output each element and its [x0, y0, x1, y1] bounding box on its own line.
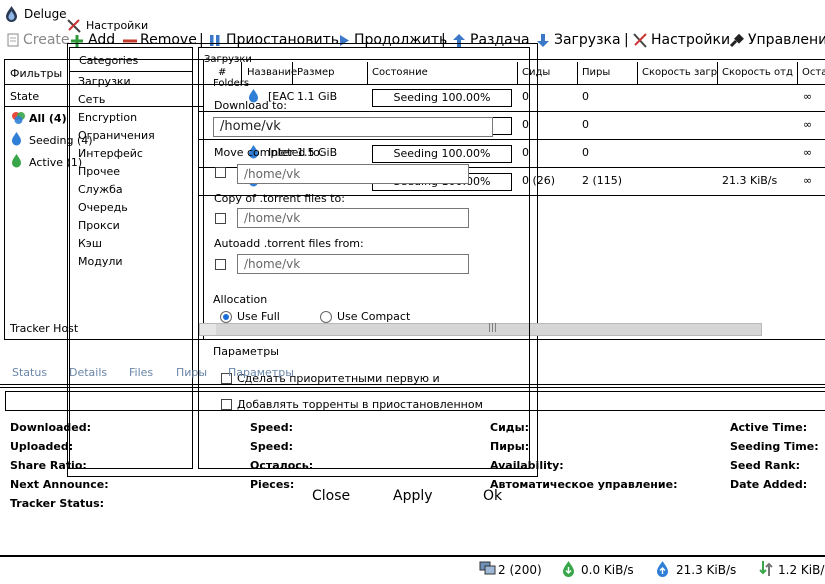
status-availability: Availability:: [490, 459, 564, 472]
statusbar-connections[interactable]: 2 (200): [498, 563, 542, 577]
active-filter-icon: [12, 154, 21, 168]
queue-down-icon: [537, 34, 549, 47]
status-downloaded: Downloaded:: [10, 421, 92, 434]
torrent-eta: ∞: [803, 90, 813, 103]
settings-icon: [633, 33, 647, 48]
create-icon: [7, 33, 19, 47]
statusbar-protocol-traffic[interactable]: 1.2 KiB/s: [778, 563, 825, 577]
column-separator[interactable]: [797, 62, 798, 84]
status-uploaded: Uploaded:: [10, 440, 74, 453]
toolbar-separator: |: [624, 32, 629, 48]
connections-icon: [479, 561, 496, 575]
tools-icon: [67, 19, 81, 33]
status-pieces: Pieces:: [250, 478, 295, 491]
status-down-speed: Speed:: [250, 421, 293, 434]
filter-item-all[interactable]: All (4): [29, 112, 67, 125]
status-date-added: Date Added:: [730, 478, 808, 491]
torrent-peers: 2 (115): [582, 174, 623, 187]
status-seeds: Сиды:: [490, 421, 530, 434]
status-up-speed: Speed:: [250, 440, 293, 453]
all-filter-icon: [12, 112, 25, 124]
status-active-time: Active Time:: [730, 421, 808, 434]
column-header[interactable]: Скорость загр: [642, 67, 717, 78]
settings-button[interactable]: Настройки: [651, 32, 730, 48]
seeding-filter-icon: [12, 132, 21, 146]
protocol-traffic-icon: [759, 561, 773, 576]
settings-window-title: Настройки: [86, 19, 149, 32]
torrent-eta: ∞: [803, 118, 813, 131]
filters-header: Фильтры: [10, 67, 63, 80]
status-next-announce: Next Announce:: [10, 478, 109, 491]
torrent-eta: ∞: [803, 174, 813, 187]
details-right-panel: [198, 47, 530, 469]
filter-state-label: State: [10, 90, 40, 103]
torrent-peers: 0: [582, 146, 589, 159]
close-button[interactable]: Close: [312, 488, 350, 504]
column-header[interactable]: Оста: [802, 67, 825, 78]
column-separator[interactable]: [577, 62, 578, 84]
statusbar-download-speed[interactable]: 0.0 KiB/s: [581, 563, 634, 577]
window-title: Deluge: [24, 7, 67, 21]
torrent-peers: 0: [582, 118, 589, 131]
torrent-peers: 0: [582, 90, 589, 103]
status-tracker-status: Tracker Status:: [10, 497, 105, 510]
status-seed-rank: Seed Rank:: [730, 459, 800, 472]
download-speed-icon: [563, 561, 574, 577]
status-remaining: Осталось:: [250, 459, 314, 472]
column-header[interactable]: Скорость отд: [722, 67, 793, 78]
column-header[interactable]: Пиры: [582, 67, 610, 78]
status-share-ratio: Share Ratio:: [10, 459, 87, 472]
tab-item[interactable]: Files: [129, 366, 153, 379]
apply-button[interactable]: Apply: [393, 488, 433, 504]
connection-manager-button[interactable]: Управление: [748, 32, 825, 48]
status-auto-manage: Автоматическое управление:: [490, 478, 678, 491]
torrent-upload-speed: 21.3 KiB/s: [722, 174, 778, 187]
tab-item[interactable]: Details: [69, 366, 107, 379]
tab-item[interactable]: Status: [12, 366, 47, 379]
create-button[interactable]: Create: [23, 32, 70, 48]
column-separator[interactable]: [637, 62, 638, 84]
upload-speed-icon: [657, 561, 668, 577]
status-peers: Пиры:: [490, 440, 530, 453]
statusbar-upload-speed[interactable]: 21.3 KiB/s: [676, 563, 736, 577]
column-separator[interactable]: [717, 62, 718, 84]
download-button[interactable]: Загрузка: [554, 32, 621, 48]
torrent-eta: ∞: [803, 146, 813, 159]
deluge-logo-icon: [6, 6, 17, 22]
connection-manager-icon: [729, 33, 744, 48]
status-seeding-time: Seeding Time:: [730, 440, 819, 453]
